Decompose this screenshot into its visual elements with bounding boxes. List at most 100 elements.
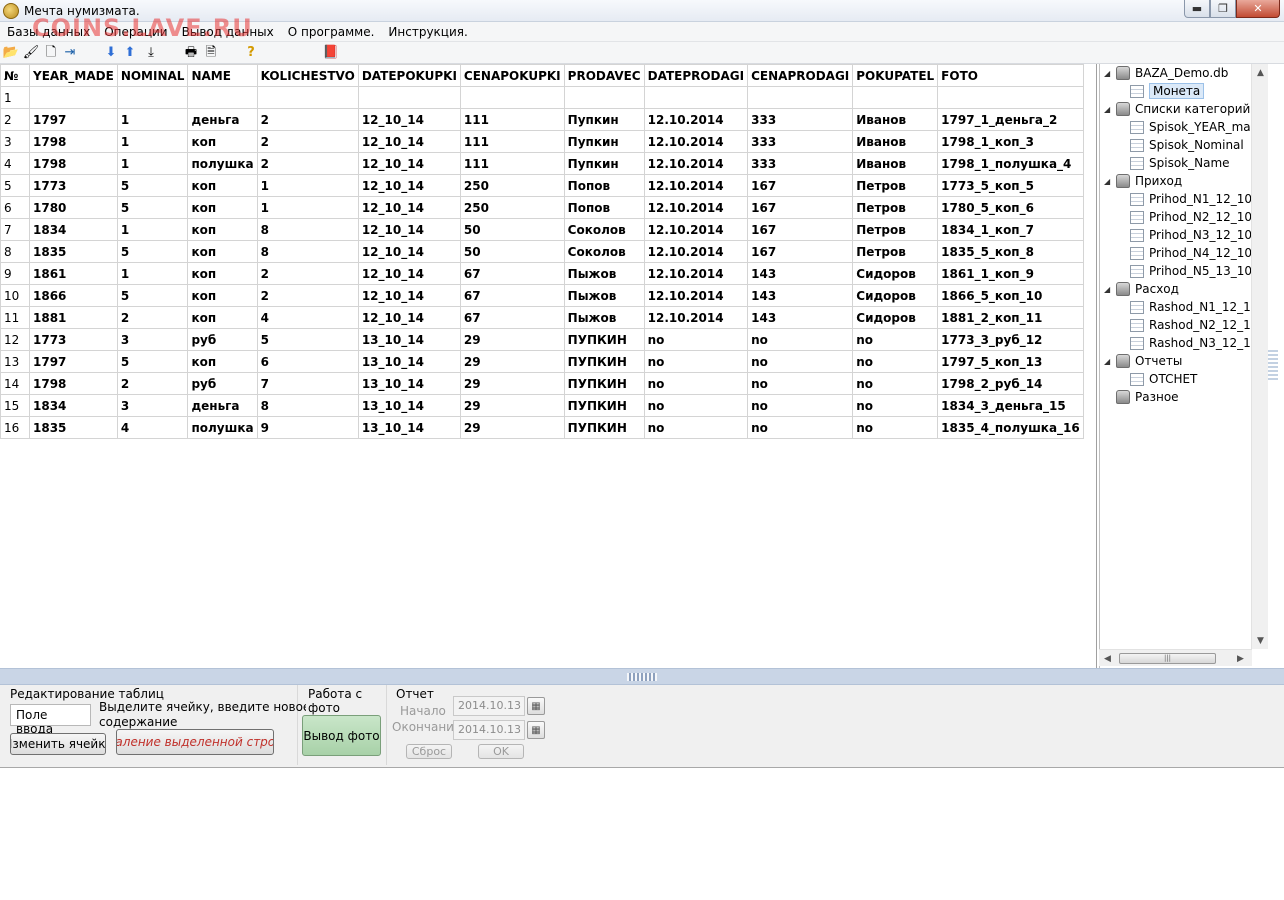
- table-cell[interactable]: Сидоров: [852, 306, 939, 329]
- menu-databases[interactable]: Базы данных: [0, 25, 97, 39]
- table-cell[interactable]: коп: [187, 196, 258, 219]
- table-cell[interactable]: 1835_5_коп_8: [937, 240, 1084, 263]
- table-row[interactable]: 15 1834 3 деньга 8 13_10_14 29 ПУПКИН no no no 1834…: [0, 394, 1084, 417]
- scroll-right-icon[interactable]: ▶: [1232, 650, 1249, 667]
- table-cell[interactable]: коп: [187, 174, 258, 197]
- tree-node[interactable]: OTCHET: [1130, 370, 1197, 388]
- row-number-cell[interactable]: 2: [0, 108, 30, 131]
- table-cell[interactable]: 12_10_14: [357, 218, 461, 241]
- ok-button[interactable]: OK: [478, 744, 524, 759]
- tree-node[interactable]: ◢ Отчеты: [1104, 352, 1182, 370]
- table-cell[interactable]: 1: [256, 196, 359, 219]
- table-cell[interactable]: 1881: [29, 306, 118, 329]
- table-cell[interactable]: 50: [459, 240, 565, 263]
- table-cell[interactable]: 12.10.2014: [643, 174, 749, 197]
- menu-instructions[interactable]: Инструкция.: [381, 25, 474, 39]
- column-header[interactable]: NOMINAL: [116, 64, 189, 87]
- tree-node[interactable]: ◢ Приход: [1104, 172, 1182, 190]
- table-cell[interactable]: 1773_3_руб_12: [937, 328, 1084, 351]
- table-cell[interactable]: 12.10.2014: [643, 240, 749, 263]
- table-cell[interactable]: [747, 86, 854, 109]
- table-cell[interactable]: 4: [116, 416, 189, 439]
- table-cell[interactable]: no: [643, 372, 749, 395]
- table-cell[interactable]: no: [747, 328, 854, 351]
- table-cell[interactable]: 1866: [29, 284, 118, 307]
- table-cell[interactable]: Иванов: [852, 152, 939, 175]
- splitter-grip-icon[interactable]: [627, 673, 657, 681]
- table-cell[interactable]: Петров: [852, 174, 939, 197]
- table-cell[interactable]: 12_10_14: [357, 262, 461, 285]
- table-cell[interactable]: 29: [459, 328, 565, 351]
- table-cell[interactable]: Пупкин: [563, 108, 645, 131]
- table-cell[interactable]: коп: [187, 306, 258, 329]
- table-cell[interactable]: 250: [459, 196, 565, 219]
- table-cell[interactable]: 3: [116, 394, 189, 417]
- table-cell[interactable]: [357, 86, 461, 109]
- table-cell[interactable]: полушка: [187, 152, 258, 175]
- table-row[interactable]: 6 1780 5 коп 1 12_10_14 250 Попов 12.10.2014 167 П…: [0, 196, 1084, 219]
- table-cell[interactable]: 1797_1_деньга_2: [937, 108, 1084, 131]
- tree-node[interactable]: Spisok_Nominal: [1130, 136, 1244, 154]
- table-cell[interactable]: 5: [116, 196, 189, 219]
- table-cell[interactable]: 1798: [29, 152, 118, 175]
- table-cell[interactable]: 13_10_14: [357, 328, 461, 351]
- table-cell[interactable]: 7: [256, 372, 359, 395]
- column-header[interactable]: DATEPRODAGI: [643, 64, 749, 87]
- table-cell[interactable]: 29: [459, 372, 565, 395]
- table-cell[interactable]: no: [747, 372, 854, 395]
- row-number-cell[interactable]: 13: [0, 350, 30, 373]
- menu-about[interactable]: О программе.: [281, 25, 382, 39]
- reset-button[interactable]: Сброс: [406, 744, 452, 759]
- table-cell[interactable]: 1835: [29, 240, 118, 263]
- row-number-cell[interactable]: 7: [0, 218, 30, 241]
- table-cell[interactable]: no: [852, 416, 939, 439]
- table-cell[interactable]: ПУПКИН: [563, 394, 645, 417]
- table-cell[interactable]: 12_10_14: [357, 196, 461, 219]
- column-header[interactable]: POKUPATEL: [852, 64, 939, 87]
- table-cell[interactable]: 12.10.2014: [643, 262, 749, 285]
- table-cell[interactable]: 1798_1_полушка_4: [937, 152, 1084, 175]
- table-cell[interactable]: 1780_5_коп_6: [937, 196, 1084, 219]
- show-photo-button[interactable]: Вывод фото: [302, 715, 381, 756]
- row-number-cell[interactable]: 15: [0, 394, 30, 417]
- table-row[interactable]: 10 1866 5 коп 2 12_10_14 67 Пыжов 12.10.2014 143 С…: [0, 284, 1084, 307]
- table-cell[interactable]: Петров: [852, 218, 939, 241]
- table-cell[interactable]: Пыжов: [563, 306, 645, 329]
- row-number-cell[interactable]: 16: [0, 416, 30, 439]
- table-cell[interactable]: 12.10.2014: [643, 130, 749, 153]
- expand-icon[interactable]: ◢: [1104, 105, 1113, 114]
- table-cell[interactable]: 67: [459, 262, 565, 285]
- table-cell[interactable]: ПУПКИН: [563, 328, 645, 351]
- table-cell[interactable]: 9: [256, 416, 359, 439]
- table-cell[interactable]: 2: [256, 130, 359, 153]
- table-cell[interactable]: [459, 86, 565, 109]
- table-cell[interactable]: 67: [459, 306, 565, 329]
- table-cell[interactable]: [29, 86, 118, 109]
- scroll-left-icon[interactable]: ◀: [1099, 650, 1116, 667]
- table-cell[interactable]: 12_10_14: [357, 306, 461, 329]
- table-cell[interactable]: 13_10_14: [357, 350, 461, 373]
- table-cell[interactable]: 1773_5_коп_5: [937, 174, 1084, 197]
- expand-icon[interactable]: ◢: [1104, 177, 1113, 186]
- table-cell[interactable]: 12.10.2014: [643, 306, 749, 329]
- table-cell[interactable]: no: [747, 416, 854, 439]
- table-cell[interactable]: Соколов: [563, 218, 645, 241]
- table-cell[interactable]: 1: [116, 218, 189, 241]
- column-header[interactable]: CENAPRODAGI: [747, 64, 854, 87]
- table-cell[interactable]: деньга: [187, 394, 258, 417]
- tree-node[interactable]: Prihod_N5_13_10_1: [1130, 262, 1253, 280]
- table-cell[interactable]: 13_10_14: [357, 416, 461, 439]
- table-cell[interactable]: [643, 86, 749, 109]
- row-number-cell[interactable]: 12: [0, 328, 30, 351]
- table-cell[interactable]: Соколов: [563, 240, 645, 263]
- table-cell[interactable]: 12.10.2014: [643, 152, 749, 175]
- table-row[interactable]: 11 1881 2 коп 4 12_10_14 67 Пыжов 12.10.2014 143 С…: [0, 306, 1084, 329]
- tree-node[interactable]: Rashod_N2_12_10_: [1130, 316, 1253, 334]
- table-cell[interactable]: 167: [747, 240, 854, 263]
- table-cell[interactable]: 111: [459, 152, 565, 175]
- row-number-cell[interactable]: 11: [0, 306, 30, 329]
- row-number-cell[interactable]: 1: [0, 86, 30, 109]
- table-cell[interactable]: Попов: [563, 196, 645, 219]
- tree-node[interactable]: ◢ Расход: [1104, 280, 1179, 298]
- column-header[interactable]: KOLICHESTVO: [256, 64, 359, 87]
